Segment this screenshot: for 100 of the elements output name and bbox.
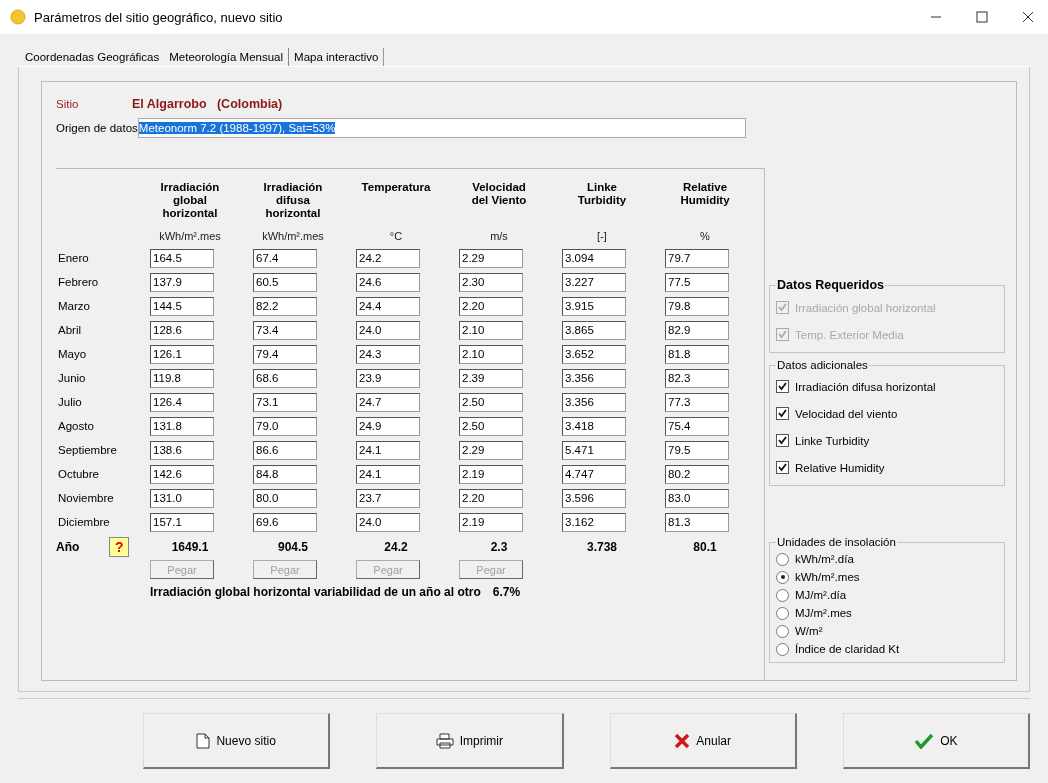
value-field[interactable]: 3.652 — [562, 344, 626, 364]
value-field[interactable]: 3.162 — [562, 512, 626, 532]
close-icon[interactable] — [1022, 11, 1034, 23]
value-field[interactable]: 81.8 — [665, 344, 729, 364]
value-field[interactable]: 82.2 — [253, 296, 317, 316]
value-field[interactable]: 79.8 — [665, 296, 729, 316]
dialog-button[interactable]: Nuevo sitio — [143, 713, 331, 769]
radio-button[interactable] — [776, 606, 789, 620]
value-field[interactable]: 68.6 — [253, 368, 317, 388]
value-field[interactable]: 3.418 — [562, 416, 626, 436]
help-button[interactable]: ? — [109, 537, 130, 557]
value-field[interactable]: 83.0 — [665, 488, 729, 508]
year-label: Año — [56, 540, 80, 554]
value-field[interactable]: 2.29 — [459, 248, 523, 268]
value-field[interactable]: 2.30 — [459, 272, 523, 292]
value-field[interactable]: 2.19 — [459, 464, 523, 484]
value-field[interactable]: 73.4 — [253, 320, 317, 340]
value-field[interactable]: 119.8 — [150, 368, 214, 388]
value-field[interactable]: 75.4 — [665, 416, 729, 436]
dialog-button[interactable]: Imprimir — [376, 713, 564, 769]
radio-button[interactable] — [776, 552, 789, 566]
value-field[interactable]: 82.9 — [665, 320, 729, 340]
value-field[interactable]: 3.356 — [562, 368, 626, 388]
value-field[interactable]: 24.4 — [356, 296, 420, 316]
value-field[interactable]: 2.39 — [459, 368, 523, 388]
value-field[interactable]: 79.4 — [253, 344, 317, 364]
value-field[interactable]: 69.6 — [253, 512, 317, 532]
origin-field[interactable]: Meteonorm 7.2 (1988-1997), Sat=53% — [137, 118, 746, 138]
value-field[interactable]: 3.915 — [562, 296, 626, 316]
checkbox[interactable] — [776, 407, 789, 420]
value-field[interactable]: 24.0 — [356, 320, 420, 340]
tab[interactable]: Mapa interactivo — [289, 48, 385, 66]
value-field[interactable]: 79.5 — [665, 440, 729, 460]
value-field[interactable]: 126.4 — [150, 392, 214, 412]
value-field[interactable]: 84.8 — [253, 464, 317, 484]
value-field[interactable]: 2.10 — [459, 344, 523, 364]
value-field[interactable]: 23.7 — [356, 488, 420, 508]
value-field[interactable]: 23.9 — [356, 368, 420, 388]
value-field[interactable]: 126.1 — [150, 344, 214, 364]
value-field[interactable]: 80.2 — [665, 464, 729, 484]
value-field[interactable]: 79.7 — [665, 248, 729, 268]
radio-button[interactable] — [776, 570, 789, 584]
value-field[interactable]: 24.1 — [356, 464, 420, 484]
value-field[interactable]: 5.471 — [562, 440, 626, 460]
value-field[interactable]: 142.6 — [150, 464, 214, 484]
value-field[interactable]: 24.2 — [356, 248, 420, 268]
value-field[interactable]: 2.19 — [459, 512, 523, 532]
checkmark-icon — [914, 732, 935, 749]
value-field[interactable]: 24.3 — [356, 344, 420, 364]
value-field[interactable]: 82.3 — [665, 368, 729, 388]
value-field[interactable]: 157.1 — [150, 512, 214, 532]
variability-value: 6.7% — [492, 585, 521, 599]
value-field[interactable]: 2.50 — [459, 392, 523, 412]
value-field[interactable]: 2.20 — [459, 296, 523, 316]
value-field[interactable]: 80.0 — [253, 488, 317, 508]
value-field[interactable]: 67.4 — [253, 248, 317, 268]
value-field[interactable]: 3.865 — [562, 320, 626, 340]
value-field[interactable]: 24.1 — [356, 440, 420, 460]
value-field[interactable]: 3.094 — [562, 248, 626, 268]
value-field[interactable]: 3.227 — [562, 272, 626, 292]
radio-button[interactable] — [776, 624, 789, 638]
value-field[interactable]: 24.9 — [356, 416, 420, 436]
radio-label: Índice de claridad Kt — [795, 643, 900, 655]
value-field[interactable]: 131.8 — [150, 416, 214, 436]
value-field[interactable]: 73.1 — [253, 392, 317, 412]
value-field[interactable]: 2.10 — [459, 320, 523, 340]
value-field[interactable]: 2.20 — [459, 488, 523, 508]
checkbox[interactable] — [776, 380, 789, 393]
column-header: Irradiación difusa horizontal — [262, 181, 324, 220]
value-field[interactable]: 86.6 — [253, 440, 317, 460]
year-total: 80.1 — [692, 539, 718, 556]
value-field[interactable]: 24.0 — [356, 512, 420, 532]
value-field[interactable]: 164.5 — [150, 248, 214, 268]
value-field[interactable]: 128.6 — [150, 320, 214, 340]
value-field[interactable]: 131.0 — [150, 488, 214, 508]
tab[interactable]: Coordenadas Geográficas — [20, 48, 165, 66]
value-field[interactable]: 3.596 — [562, 488, 626, 508]
value-field[interactable]: 2.29 — [459, 440, 523, 460]
value-field[interactable]: 60.5 — [253, 272, 317, 292]
dialog-button[interactable]: Anular — [609, 713, 797, 769]
value-field[interactable]: 24.6 — [356, 272, 420, 292]
radio-button[interactable] — [776, 588, 789, 602]
value-field[interactable]: 24.7 — [356, 392, 420, 412]
value-field[interactable]: 3.356 — [562, 392, 626, 412]
value-field[interactable]: 77.5 — [665, 272, 729, 292]
month-label: Enero — [57, 251, 90, 266]
radio-button[interactable] — [776, 642, 789, 656]
value-field[interactable]: 81.3 — [665, 512, 729, 532]
checkbox[interactable] — [776, 461, 789, 474]
value-field[interactable]: 4.747 — [562, 464, 626, 484]
maximize-icon[interactable] — [976, 11, 988, 23]
window-title: Parámetros del sitio geográfico, nuevo sitio — [34, 9, 283, 25]
value-field[interactable]: 2.50 — [459, 416, 523, 436]
value-field[interactable]: 77.3 — [665, 392, 729, 412]
checkbox[interactable] — [776, 434, 789, 447]
dialog-button[interactable]: OK — [842, 713, 1030, 769]
value-field[interactable]: 137.9 — [150, 272, 214, 292]
value-field[interactable]: 138.6 — [150, 440, 214, 460]
value-field[interactable]: 144.5 — [150, 296, 214, 316]
value-field[interactable]: 79.0 — [253, 416, 317, 436]
